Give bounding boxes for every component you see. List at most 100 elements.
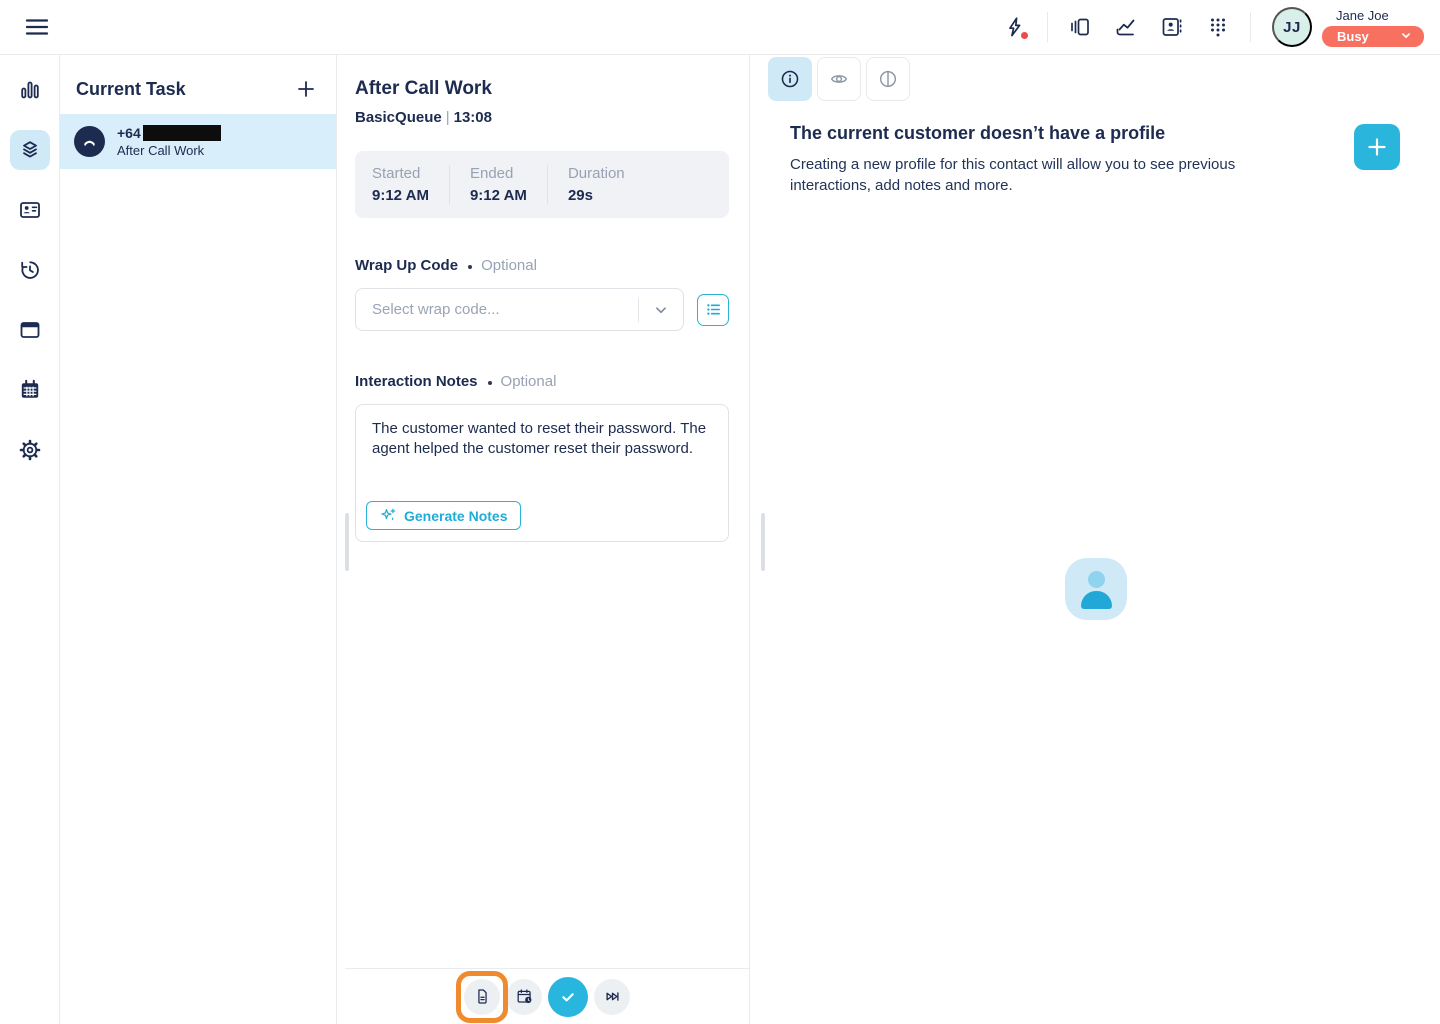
task-phone-prefix: +64	[117, 125, 141, 141]
skip-button[interactable]	[594, 979, 630, 1015]
ai-sparkle-icon	[380, 507, 397, 524]
contact-card-icon	[18, 198, 42, 222]
task-state-label: After Call Work	[117, 143, 221, 158]
customer-profile-panel: The current customer doesn’t have a prof…	[750, 55, 1440, 1024]
info-icon	[779, 68, 801, 90]
hamburger-menu-button[interactable]	[17, 7, 57, 47]
contacts-directory-button[interactable]	[1152, 7, 1192, 47]
sidebar-item-history[interactable]	[10, 250, 50, 290]
detail-scrollbar-thumb[interactable]	[345, 513, 349, 571]
calendar-clock-icon	[515, 987, 534, 1006]
layers-icon	[18, 138, 42, 162]
left-nav-rail	[0, 55, 60, 1024]
status-label: Busy	[1337, 29, 1369, 44]
line-chart-icon	[1114, 15, 1138, 39]
side-panel-button[interactable]	[1060, 7, 1100, 47]
stat-value: 9:12 AM	[372, 187, 429, 204]
wrap-code-list-button[interactable]	[697, 294, 729, 326]
divider	[1047, 12, 1048, 42]
call-stats-box: Started 9:12 AM Ended 9:12 AM Duration 2…	[355, 151, 729, 218]
add-task-button[interactable]	[295, 78, 317, 100]
sidebar-item-calendar[interactable]	[10, 370, 50, 410]
dialpad-button[interactable]	[1198, 7, 1238, 47]
history-icon	[18, 258, 42, 282]
schedule-callback-button[interactable]	[506, 979, 542, 1015]
generate-notes-label: Generate Notes	[404, 508, 507, 524]
check-icon	[557, 986, 579, 1008]
call-badge	[74, 126, 105, 157]
profile-scrollbar-thumb[interactable]	[761, 513, 765, 571]
tab-preview[interactable]	[817, 57, 861, 101]
divider	[1250, 12, 1251, 42]
dialpad-icon	[1206, 15, 1230, 39]
top-bar: JJ Jane Joe Busy	[0, 0, 1440, 55]
tab-split-view[interactable]	[866, 57, 910, 101]
divider	[638, 298, 639, 322]
interaction-notes-box: The customer wanted to reset their passw…	[355, 404, 729, 542]
sidebar-item-dashboard[interactable]	[10, 70, 50, 110]
notes-document-button[interactable]	[464, 979, 500, 1015]
plus-icon	[1366, 136, 1388, 158]
sidebar-item-settings[interactable]	[10, 430, 50, 470]
plus-icon	[295, 78, 317, 100]
panel-title: Current Task	[76, 79, 186, 100]
contact-book-icon	[1160, 15, 1184, 39]
browser-window-icon	[18, 318, 42, 342]
profile-avatar-placeholder	[1065, 558, 1127, 620]
bullet-dot	[488, 381, 492, 385]
split-circle-icon	[877, 68, 899, 90]
generate-notes-button[interactable]: Generate Notes	[366, 501, 521, 530]
wrap-up-code-label: Wrap Up Code	[355, 257, 458, 274]
status-dropdown-button[interactable]: Busy	[1322, 26, 1424, 47]
gear-icon	[18, 438, 42, 462]
wrap-code-placeholder: Select wrap code...	[356, 301, 638, 318]
task-timer: 13:08	[454, 109, 492, 126]
analytics-button[interactable]	[1106, 7, 1146, 47]
bulleted-list-icon	[704, 300, 723, 319]
wrap-code-select[interactable]: Select wrap code...	[355, 288, 684, 331]
panels-icon	[1068, 15, 1092, 39]
chevron-down-icon	[1399, 29, 1413, 43]
stat-duration: Duration 29s	[547, 165, 645, 204]
bullet-dot	[468, 265, 472, 269]
current-task-panel: Current Task +64 After Call Work	[60, 55, 337, 1024]
user-avatar[interactable]: JJ	[1272, 7, 1312, 47]
queue-separator: |	[442, 109, 454, 126]
quick-actions-button[interactable]	[995, 7, 1035, 47]
optional-label: Optional	[501, 373, 557, 390]
stat-ended: Ended 9:12 AM	[449, 165, 547, 204]
create-profile-button[interactable]	[1354, 124, 1400, 170]
stat-value: 29s	[568, 187, 625, 204]
skip-forward-icon	[603, 987, 622, 1006]
interaction-notes-input[interactable]: The customer wanted to reset their passw…	[356, 405, 728, 491]
task-detail-panel: After Call Work BasicQueue|13:08 Started…	[337, 55, 750, 1024]
task-list-item[interactable]: +64 After Call Work	[60, 114, 336, 169]
avatar-body	[1081, 591, 1112, 609]
stat-label: Started	[372, 165, 429, 182]
stat-label: Duration	[568, 165, 625, 182]
stat-value: 9:12 AM	[470, 187, 527, 204]
detail-title: After Call Work	[355, 78, 749, 100]
tab-info[interactable]	[768, 57, 812, 101]
complete-task-button[interactable]	[548, 977, 588, 1017]
document-icon	[473, 987, 492, 1006]
redacted-phone-number	[143, 125, 221, 141]
hamburger-icon	[24, 16, 50, 38]
task-footer-toolbar	[345, 968, 749, 1024]
stat-started: Started 9:12 AM	[355, 165, 449, 204]
avatar-head	[1088, 571, 1105, 588]
queue-line: BasicQueue|13:08	[355, 109, 749, 126]
user-name: Jane Joe	[1336, 8, 1389, 23]
interaction-notes-label: Interaction Notes	[355, 373, 478, 390]
sidebar-item-tasks[interactable]	[10, 130, 50, 170]
stat-label: Ended	[470, 165, 527, 182]
bar-chart-icon	[18, 78, 42, 102]
sidebar-item-contacts[interactable]	[10, 190, 50, 230]
no-profile-description: Creating a new profile for this contact …	[790, 154, 1262, 196]
sidebar-item-browser[interactable]	[10, 310, 50, 350]
queue-name: BasicQueue	[355, 109, 442, 126]
calendar-icon	[18, 378, 42, 402]
notification-dot	[1020, 31, 1029, 40]
no-profile-heading: The current customer doesn’t have a prof…	[790, 123, 1262, 144]
chevron-down-icon	[651, 300, 671, 320]
